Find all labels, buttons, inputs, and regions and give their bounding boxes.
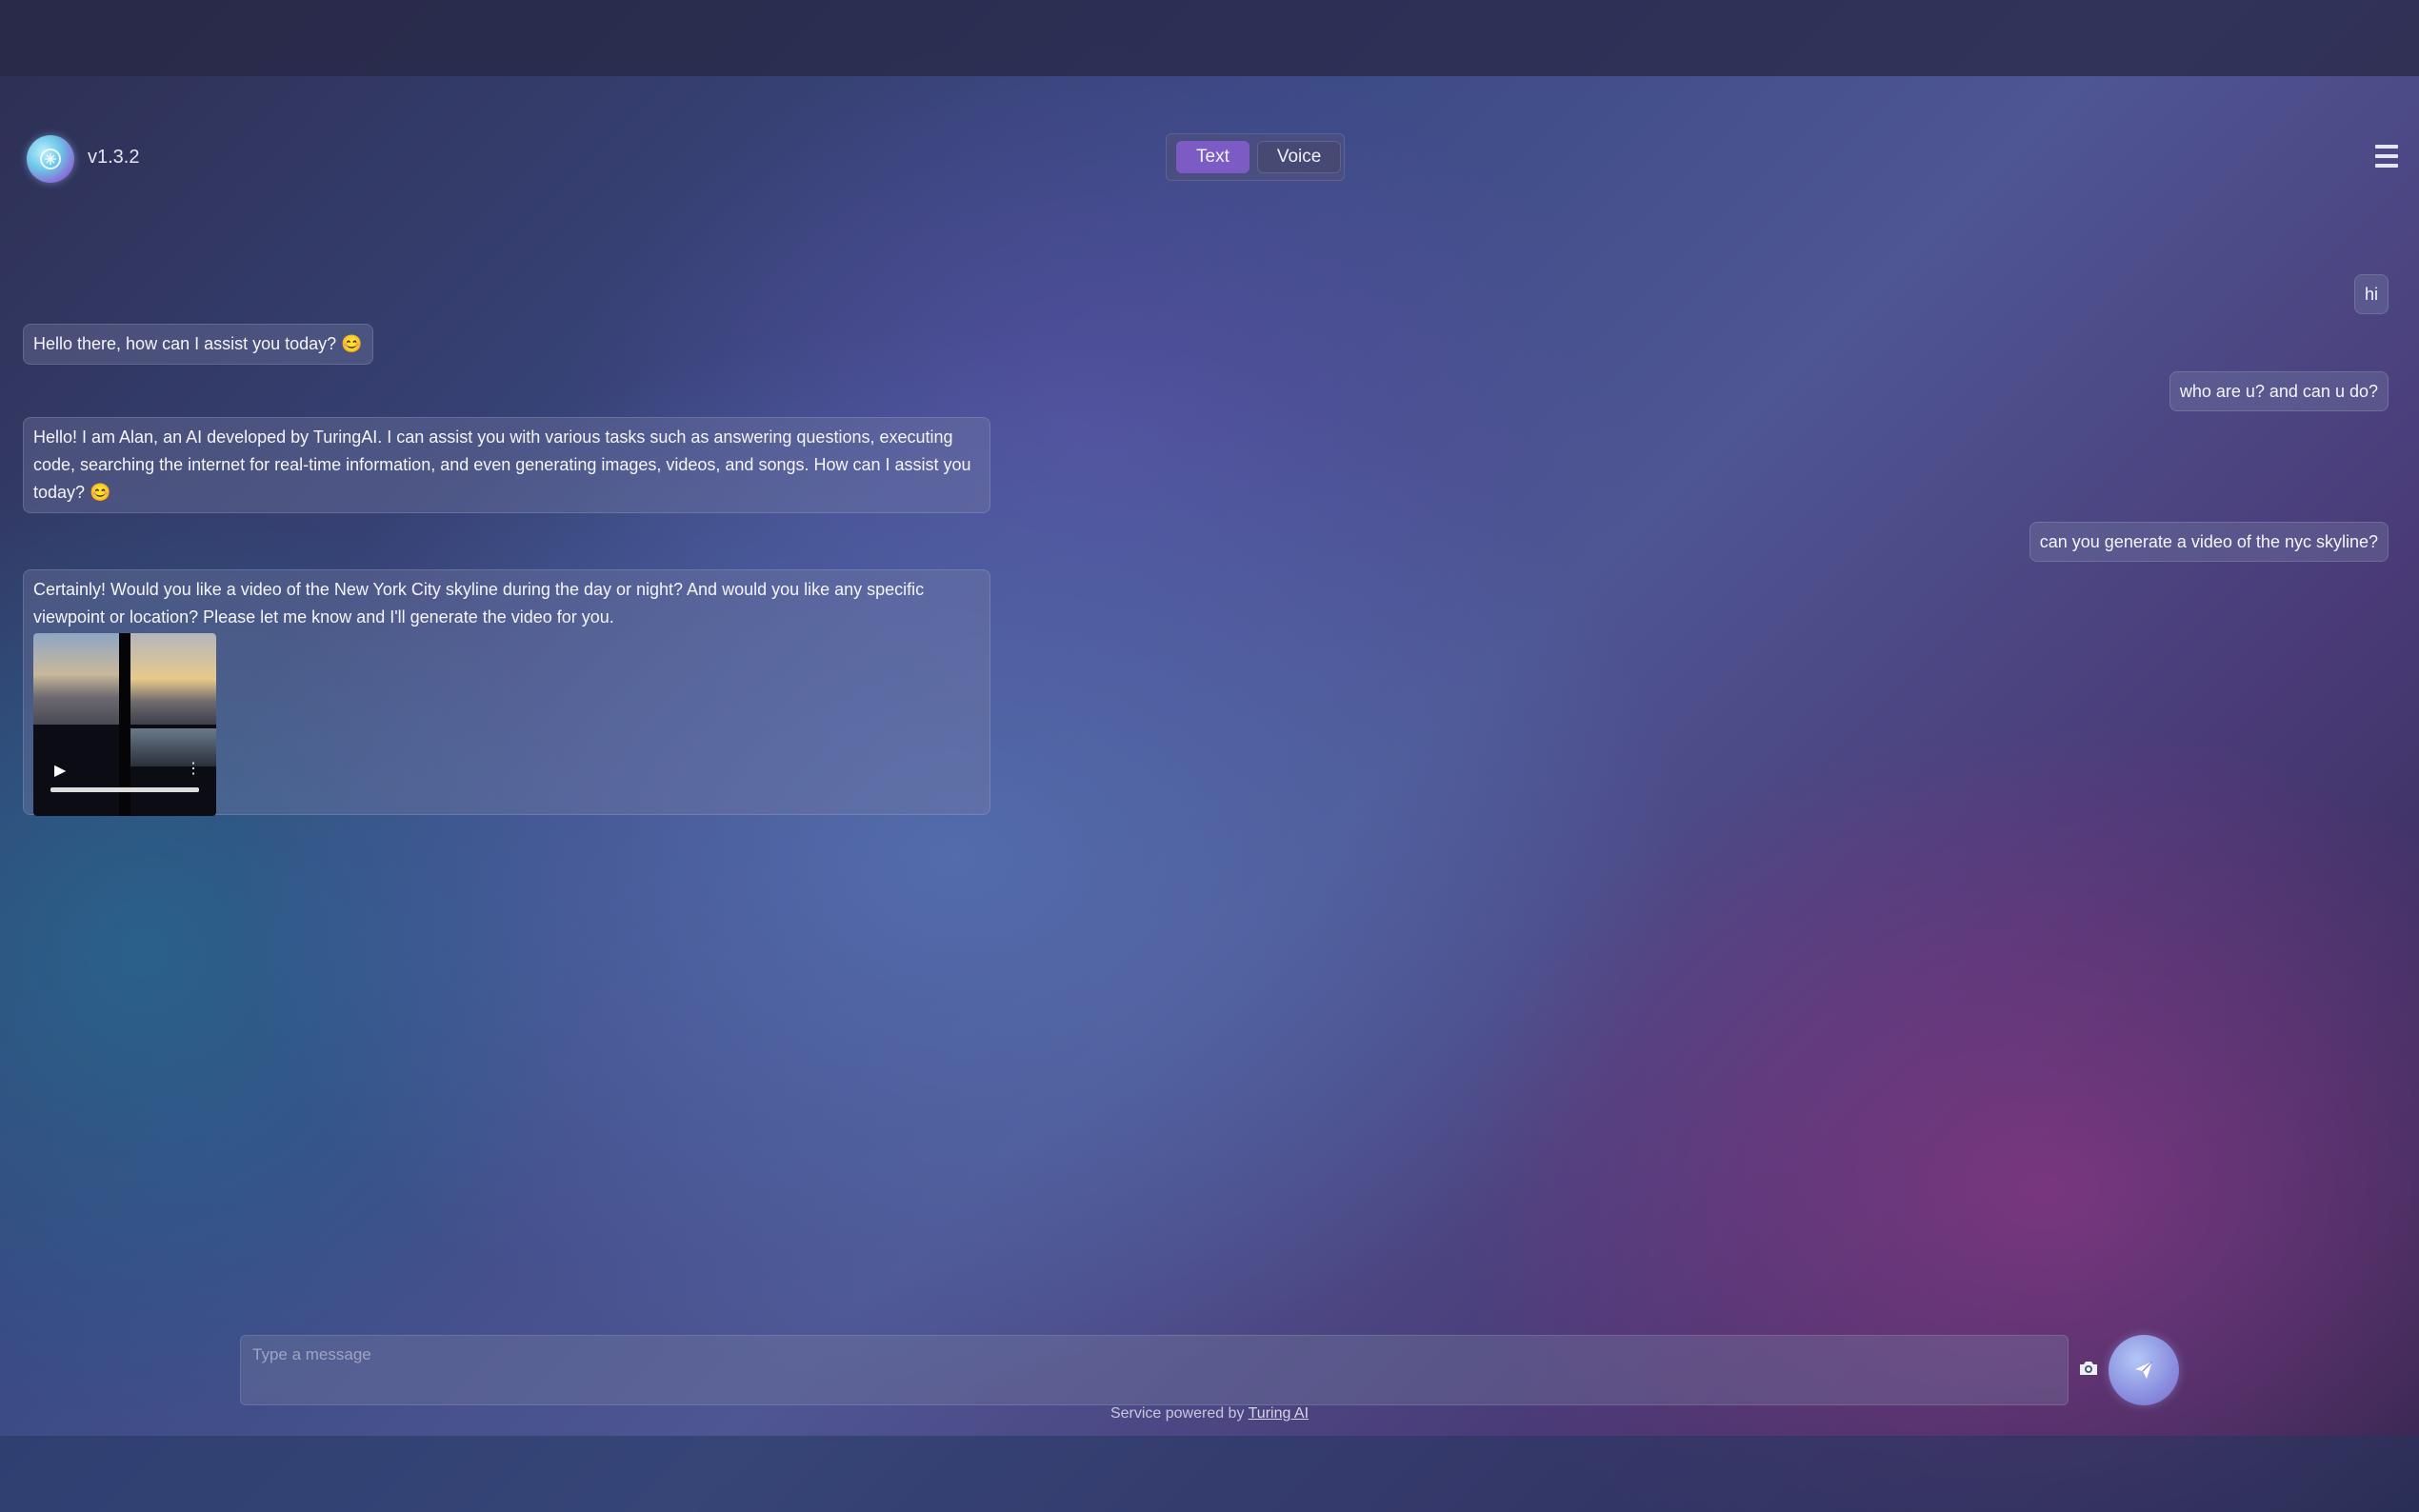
video-frame-right [130,633,216,725]
message-input[interactable] [240,1335,2069,1405]
menu-line [2375,154,2398,158]
assistant-message: Hello! I am Alan, an AI developed by Tur… [23,417,990,513]
user-message: who are u? and can u do? [2169,371,2389,411]
footer: Service powered by Turing AI [0,1405,2419,1422]
bottom-bar [0,1436,2419,1512]
assistant-message: Hello there, how can I assist you today?… [23,324,373,365]
video-progress-bar[interactable] [50,787,199,792]
menu-icon[interactable] [2375,145,2398,168]
footer-text: Service powered by [1110,1405,1249,1422]
top-bar [0,0,2419,76]
user-message: can you generate a video of the nyc skyl… [2029,522,2389,562]
send-button[interactable] [2109,1335,2179,1405]
menu-line [2375,145,2398,149]
send-icon [2135,1361,2153,1379]
footer-link[interactable]: Turing AI [1249,1405,1309,1422]
play-icon[interactable]: ▶ [54,757,66,785]
version-label: v1.3.2 [88,147,140,168]
video-player[interactable]: ▶ ⋮ [33,633,216,816]
mode-toggle: Text Voice [1166,133,1345,181]
video-frame-bottom [130,728,216,766]
logo-glyph [40,149,61,169]
assistant-message-with-video: Certainly! Would you like a video of the… [23,569,990,816]
camera-icon[interactable] [2078,1360,2099,1377]
user-message: hi [2353,274,2389,314]
assistant-message-text: Certainly! Would you like a video of the… [33,580,925,627]
mode-text-button[interactable]: Text [1176,141,1249,173]
more-icon[interactable]: ⋮ [186,755,201,783]
logo-icon [27,135,74,183]
mode-voice-button[interactable]: Voice [1256,141,1342,173]
menu-line [2375,164,2398,168]
video-frame-left [33,633,119,725]
